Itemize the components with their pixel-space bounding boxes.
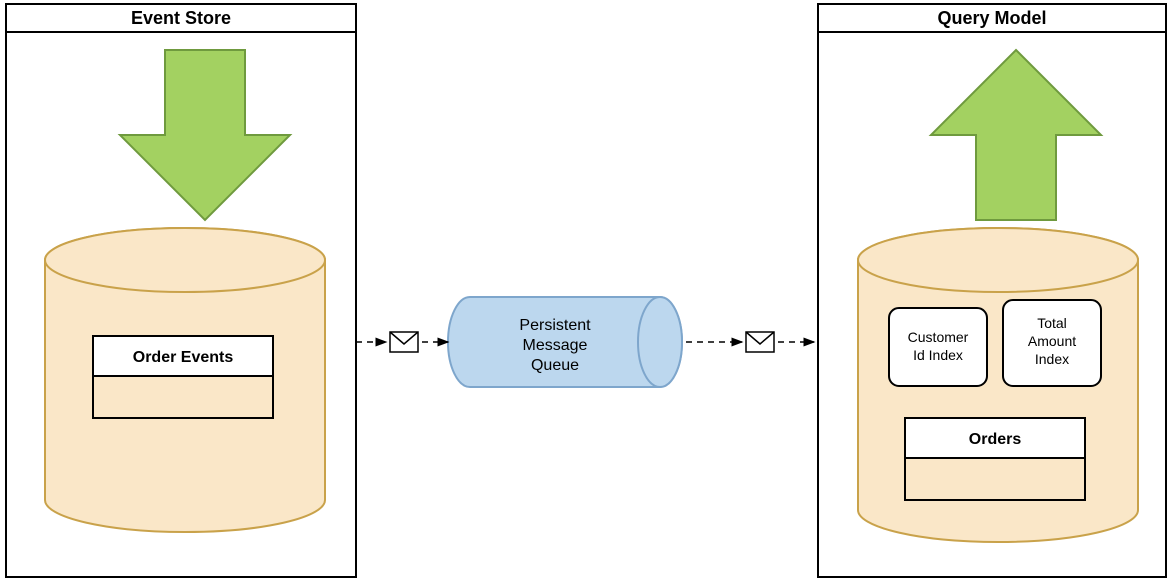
total-amount-index-line2: Amount — [1028, 333, 1076, 349]
order-events-table: Order Events — [93, 336, 273, 418]
total-amount-index-line1: Total — [1037, 315, 1067, 331]
customer-id-index: Customer Id Index — [889, 308, 987, 386]
architecture-diagram: Event Store Order Events Query Model — [0, 0, 1172, 587]
query-model-title: Query Model — [937, 8, 1046, 28]
query-model-panel: Query Model Customer Id Index Total Amou… — [818, 4, 1166, 577]
right-message-flow — [686, 332, 814, 352]
queue-line1: Persistent — [519, 317, 591, 334]
event-store-panel: Event Store Order Events — [6, 4, 356, 577]
order-events-label: Order Events — [133, 349, 234, 366]
queue-line3: Queue — [531, 357, 579, 374]
total-amount-index-line3: Index — [1035, 351, 1069, 367]
total-amount-index: Total Amount Index — [1003, 300, 1101, 386]
envelope-icon — [390, 332, 418, 352]
event-store-title: Event Store — [131, 8, 231, 28]
envelope-icon — [746, 332, 774, 352]
orders-label: Orders — [969, 431, 1022, 448]
queue-line2: Message — [523, 337, 588, 354]
customer-id-index-line2: Id Index — [913, 347, 963, 363]
persistent-message-queue: Persistent Message Queue — [448, 297, 682, 387]
left-message-flow — [356, 332, 448, 352]
customer-id-index-line1: Customer — [908, 329, 969, 345]
orders-table: Orders — [905, 418, 1085, 500]
